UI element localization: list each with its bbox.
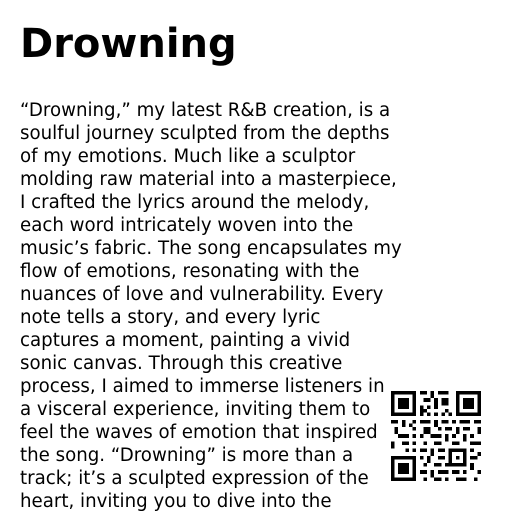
qr-code-icon (391, 391, 481, 481)
body-line: of my emotions. Much like a sculptor (20, 146, 356, 167)
qr-code[interactable] (391, 391, 481, 481)
body-line: captures a moment, painting a vivid (20, 330, 351, 351)
body-line: heart, inviting you to dive into the (20, 491, 332, 512)
body-line: note tells a story, and every lyric (20, 307, 321, 328)
body-line: molding raw material into a masterpiece, (20, 169, 397, 190)
body-line: “Drowning,” my latest R&B creation, is a (20, 100, 391, 121)
body-line: soulful journey sculpted from the depths (20, 123, 390, 144)
body-line: flow of emotions, resonating with the (20, 261, 360, 282)
body-line: music’s fabric. The song encapsulates my (20, 238, 402, 259)
page-title: Drowning (20, 21, 237, 67)
body-line: sonic canvas. Through this creative (20, 353, 343, 374)
body-line: I crafted the lyrics around the melody, (20, 192, 370, 213)
body-line: each word intricately woven into the (20, 215, 354, 236)
body-line: nuances of love and vulnerability. Every (20, 284, 384, 305)
